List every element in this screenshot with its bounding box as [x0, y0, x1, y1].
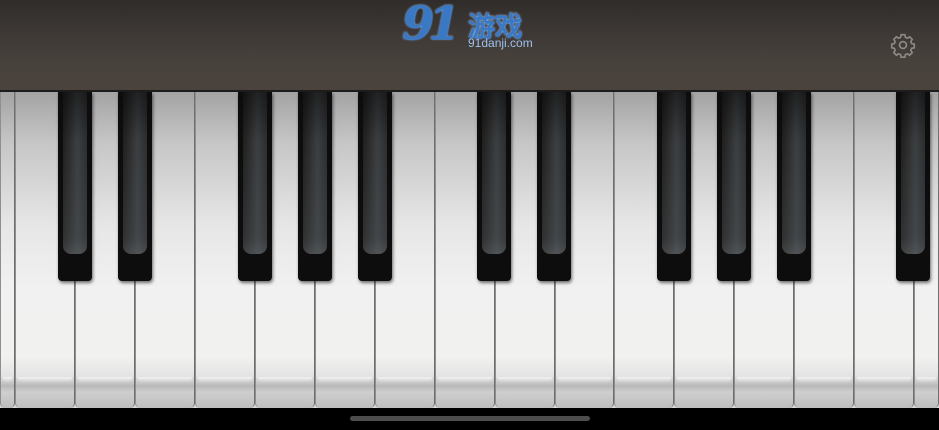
black-key-c-sharp[interactable]	[298, 92, 332, 281]
black-key-a-sharp[interactable]	[238, 92, 272, 281]
watermark-domain: 91danji.com	[468, 36, 533, 50]
white-key-f[interactable]	[0, 92, 15, 408]
top-bar: 91 游戏 91danji.com	[0, 0, 939, 92]
piano-keyboard	[0, 92, 939, 408]
black-key-f-sharp[interactable]	[896, 92, 930, 281]
watermark-logo: 91 游戏 91danji.com	[402, 0, 542, 54]
black-key-d-sharp[interactable]	[358, 92, 392, 281]
settings-button[interactable]	[890, 32, 916, 59]
black-key-d-sharp[interactable]	[777, 92, 811, 281]
black-key-f-sharp[interactable]	[58, 92, 92, 281]
black-key-f-sharp[interactable]	[477, 92, 511, 281]
black-key-c-sharp[interactable]	[717, 92, 751, 281]
black-key-a-sharp[interactable]	[657, 92, 691, 281]
watermark-logo-mark: 91	[402, 0, 460, 50]
black-key-g-sharp[interactable]	[118, 92, 152, 281]
piano-app: 91 游戏 91danji.com	[0, 0, 939, 430]
gear-icon	[890, 33, 916, 59]
home-indicator[interactable]	[350, 416, 590, 421]
black-key-g-sharp[interactable]	[537, 92, 571, 281]
